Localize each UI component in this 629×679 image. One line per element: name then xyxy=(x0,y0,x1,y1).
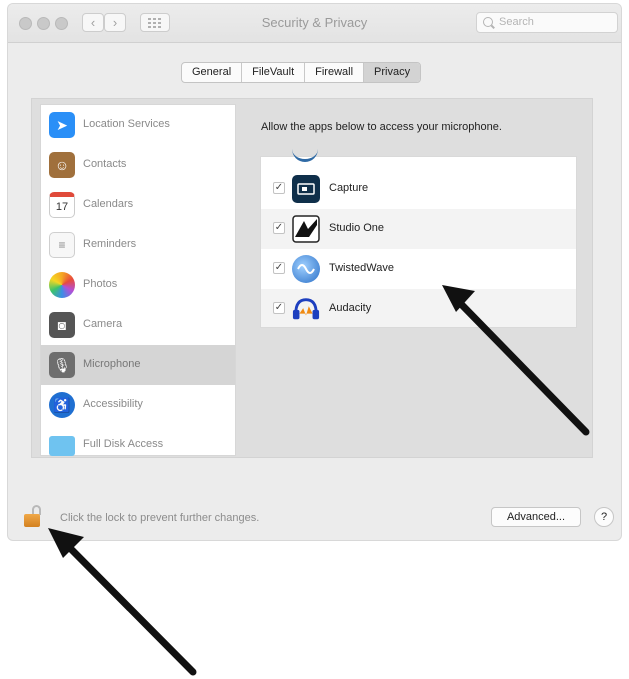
annotation-arrows xyxy=(48,285,590,676)
arrow-pointing-to-app-list xyxy=(442,285,590,436)
arrow-pointing-to-lock xyxy=(48,528,197,676)
